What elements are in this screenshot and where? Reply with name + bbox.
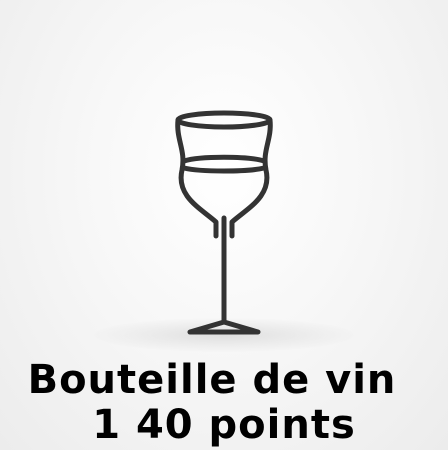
reward-title: Bouteille de vin — [27, 357, 397, 403]
reward-points: 1 40 points — [92, 402, 356, 448]
reward-card: Bouteille de vin 1 40 points — [0, 0, 448, 450]
wine-level-line — [181, 154, 267, 164]
glass-base — [187, 319, 261, 335]
wine-level-line-lower — [181, 165, 267, 174]
glass-rim — [175, 110, 273, 130]
